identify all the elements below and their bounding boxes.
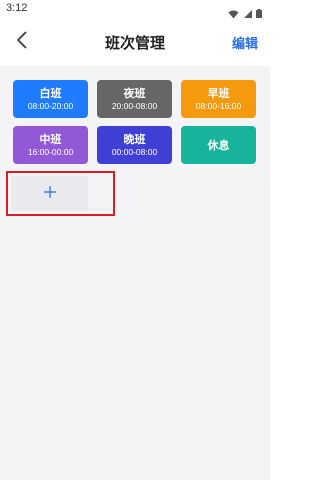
- shift-card-middle[interactable]: 中班 16:00-00:00: [13, 126, 88, 164]
- shift-time: 20:00-08:00: [111, 100, 158, 111]
- shift-name: 中班: [39, 132, 62, 146]
- shift-time: 08:00-16:00: [195, 100, 242, 111]
- shift-grid: 白班 08:00-20:00 夜班 20:00-08:00 早班 08:00-1…: [13, 80, 257, 164]
- shift-name: 夜班: [123, 86, 146, 100]
- plus-icon: [43, 184, 57, 203]
- shift-card-rest[interactable]: 休息: [181, 126, 256, 164]
- shift-time: 00:00-08:00: [111, 146, 158, 157]
- shift-card-evening[interactable]: 晚班 00:00-08:00: [97, 126, 172, 164]
- content-area: 白班 08:00-20:00 夜班 20:00-08:00 早班 08:00-1…: [0, 66, 270, 480]
- shift-name: 晚班: [123, 132, 146, 146]
- shift-name: 休息: [207, 138, 230, 152]
- add-shift-button[interactable]: [11, 176, 88, 211]
- shift-name: 早班: [207, 86, 230, 100]
- shift-card-night[interactable]: 夜班 20:00-08:00: [97, 80, 172, 118]
- shift-time: 08:00-20:00: [27, 100, 74, 111]
- shift-card-day[interactable]: 白班 08:00-20:00: [13, 80, 88, 118]
- shift-time: 16:00-00:00: [27, 146, 74, 157]
- status-bar: 3:12: [0, 0, 270, 19]
- edit-button[interactable]: 编辑: [232, 33, 258, 52]
- status-time: 3:12: [6, 2, 28, 14]
- add-shift-highlight: [6, 171, 115, 216]
- page-title: 班次管理: [104, 34, 165, 52]
- header: 班次管理 编辑: [0, 18, 270, 66]
- shift-card-morning[interactable]: 早班 08:00-16:00: [181, 80, 256, 118]
- shift-name: 白班: [39, 86, 62, 100]
